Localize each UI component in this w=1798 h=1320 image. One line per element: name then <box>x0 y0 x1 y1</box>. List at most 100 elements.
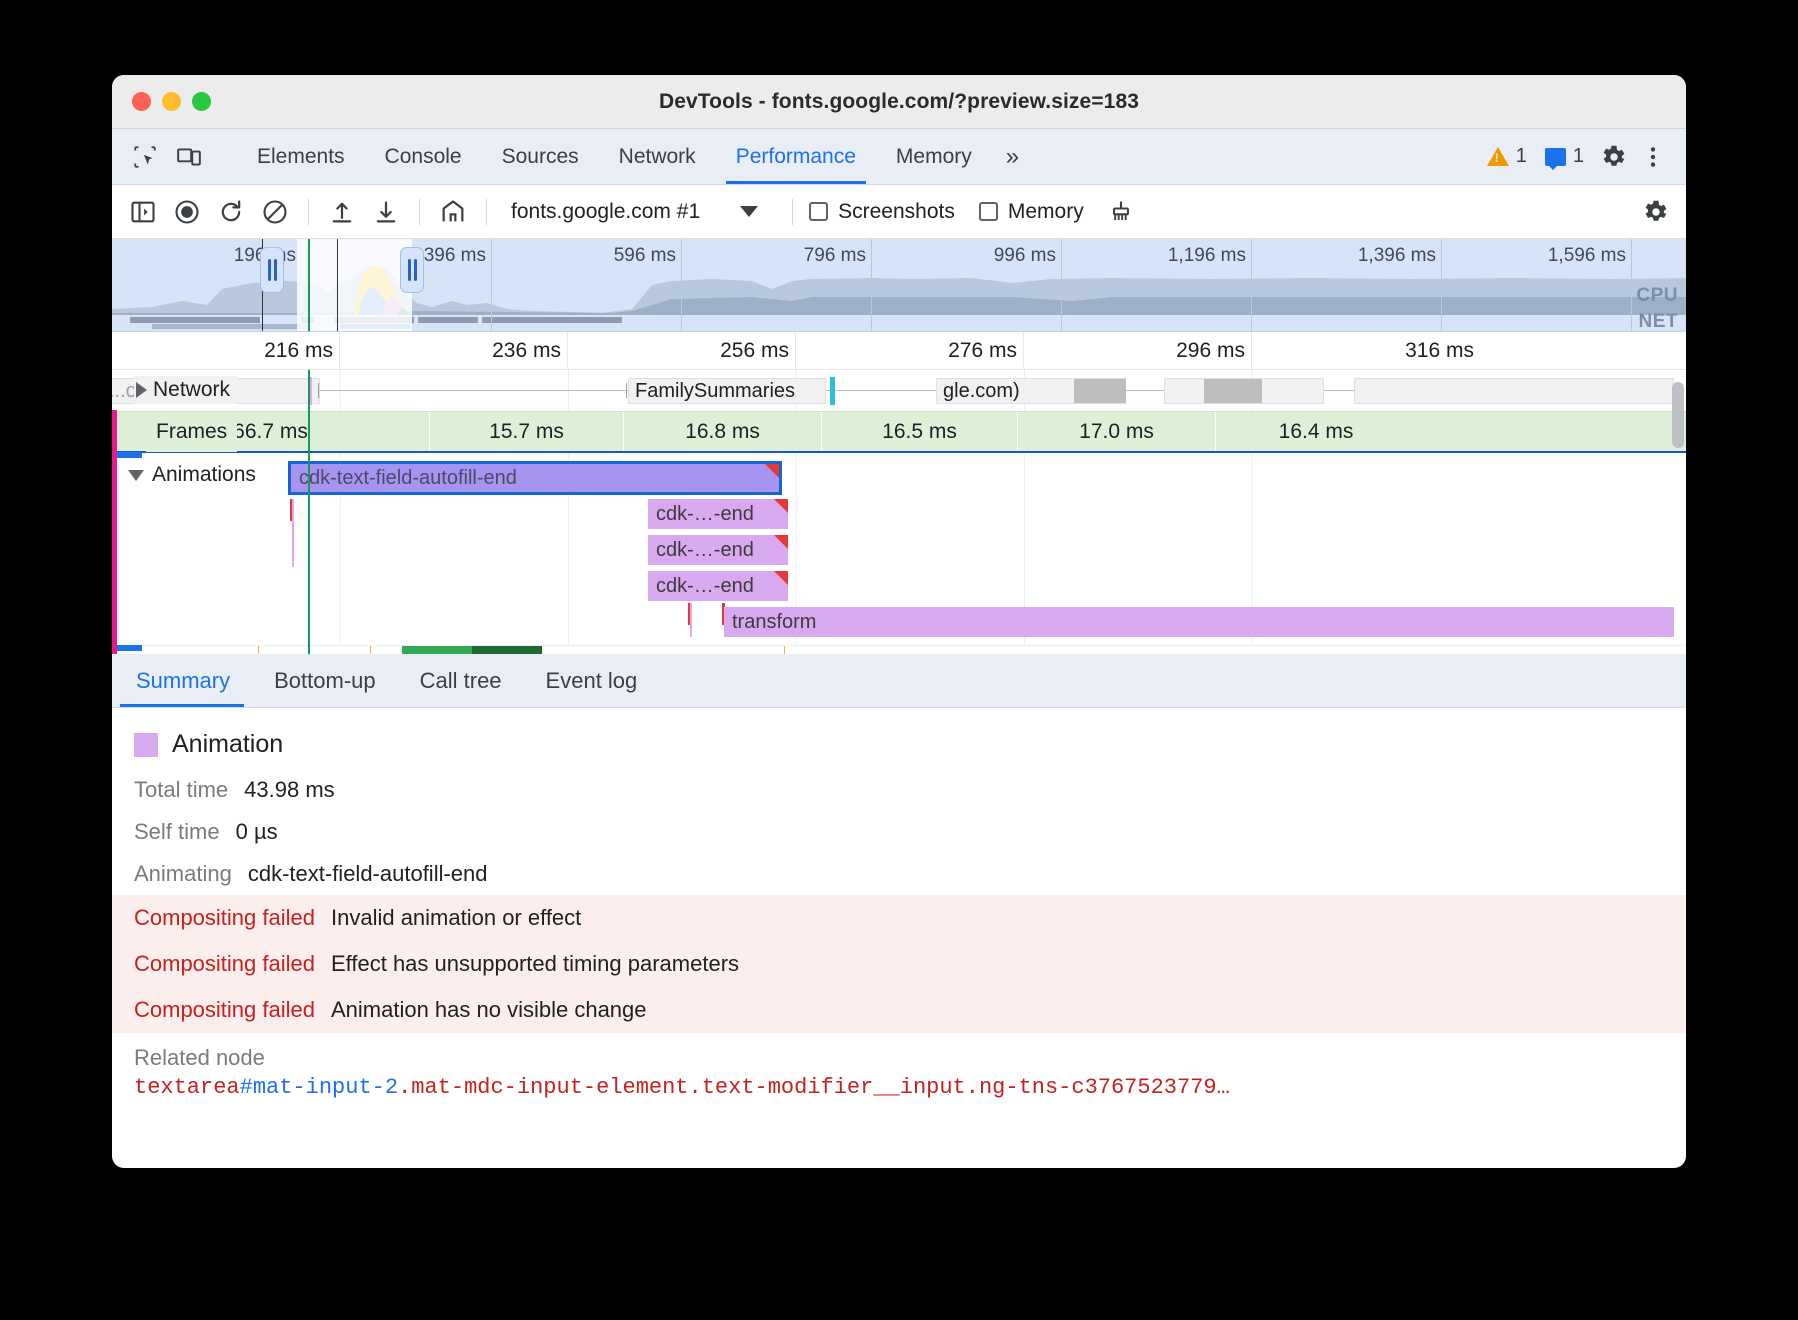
compositing-failure-key-2: Compositing failed <box>134 997 315 1023</box>
triangle-right-icon[interactable] <box>136 382 147 398</box>
timing-line-2 <box>784 646 785 654</box>
related-node-tag: textarea <box>134 1075 240 1100</box>
more-tabs-icon[interactable]: » <box>992 129 1033 184</box>
animations-track-label: Animations <box>152 463 256 487</box>
animations-track-title[interactable]: Animations <box>128 463 262 487</box>
animation-bar-label-0: cdk-text-field-autofill-end <box>299 467 517 490</box>
toolbar-divider-4 <box>792 199 793 225</box>
detail-row-self-time: Self time 0 µs <box>112 811 1686 853</box>
compositing-failure-row-1: Compositing failed Effect has unsupporte… <box>112 941 1686 987</box>
animation-bar-0[interactable]: cdk-text-field-autofill-end <box>288 461 782 495</box>
more-vertical-icon[interactable] <box>1636 140 1670 174</box>
tab-console[interactable]: Console <box>365 129 482 184</box>
tracks-scrollbar[interactable] <box>1672 338 1684 648</box>
screen: DevTools - fonts.google.com/?preview.siz… <box>0 0 1798 1320</box>
network-track-title[interactable]: Network <box>134 376 238 404</box>
overview-selection-window[interactable] <box>297 239 412 331</box>
tracks-scrollbar-thumb[interactable] <box>1672 382 1684 448</box>
tab-event-log[interactable]: Event log <box>524 654 660 707</box>
details-tab-list: Summary Bottom-up Call tree Event log <box>112 654 1686 708</box>
profile-selector-label[interactable]: fonts.google.com #1 <box>511 200 700 224</box>
device-toolbar-icon[interactable] <box>174 142 204 172</box>
frame-cell-1[interactable]: 15.7 ms <box>430 412 624 452</box>
devtools-tab-list: Elements Console Sources Network Perform… <box>237 129 1033 184</box>
tab-call-tree[interactable]: Call tree <box>398 654 524 707</box>
gear-icon[interactable] <box>1596 140 1630 174</box>
frames-track[interactable]: 66.7 ms 15.7 ms 16.8 ms 16.5 ms 17.0 ms … <box>112 411 1686 451</box>
tab-network[interactable]: Network <box>599 129 716 184</box>
tabbar-right-cluster: 1 1 <box>1481 129 1686 184</box>
track-drag-handle[interactable] <box>116 452 142 458</box>
screenshots-checkbox-box[interactable] <box>809 202 828 221</box>
ruler-tick-1: 236 ms <box>492 339 561 363</box>
tab-bottom-up[interactable]: Bottom-up <box>252 654 398 707</box>
network-track[interactable]: ...ogle.c... FamilySummaries gle.com) <box>112 370 1686 411</box>
timings-track[interactable]: FCP LCP Timings <box>112 645 1686 654</box>
tab-performance[interactable]: Performance <box>716 129 876 184</box>
compositing-failure-value-1: Effect has unsupported timing parameters <box>331 951 739 977</box>
record-icon[interactable] <box>170 195 204 229</box>
home-icon[interactable] <box>436 195 470 229</box>
overview-tick-6: 1,396 ms <box>1358 245 1436 267</box>
animation-bar-1[interactable]: cdk-…-end <box>648 499 788 529</box>
memory-checkbox-box[interactable] <box>979 202 998 221</box>
overview-window-right-handle[interactable] <box>400 247 424 293</box>
transform-range-tick <box>690 603 692 637</box>
network-request-4[interactable] <box>1354 378 1674 404</box>
download-profile-icon[interactable] <box>369 195 403 229</box>
devtools-window: DevTools - fonts.google.com/?preview.siz… <box>112 75 1686 1168</box>
network-connector-3 <box>1324 390 1354 391</box>
triangle-down-icon[interactable] <box>128 470 144 481</box>
animation-bar-3[interactable]: cdk-…-end <box>648 571 788 601</box>
timings-drag-handle[interactable] <box>116 645 142 651</box>
frame-cell-2[interactable]: 16.8 ms <box>624 412 822 452</box>
tab-elements[interactable]: Elements <box>237 129 365 184</box>
timing-marker-fcp[interactable]: FCP <box>402 646 472 654</box>
detail-key-self-time: Self time <box>134 819 220 845</box>
ruler-tick-4: 296 ms <box>1176 339 1245 363</box>
animation-bar-4[interactable]: transform <box>724 607 1674 637</box>
tab-summary[interactable]: Summary <box>112 654 252 707</box>
animations-track[interactable]: cdk-text-field-autofill-end cdk-…-end cd… <box>112 451 1686 645</box>
timeline-playhead[interactable] <box>308 370 310 654</box>
animation-range-tick-1 <box>292 499 294 567</box>
screenshots-checkbox[interactable]: Screenshots <box>809 200 955 224</box>
memory-checkbox[interactable]: Memory <box>979 200 1084 224</box>
overview-tick-2: 596 ms <box>614 245 676 267</box>
timing-marker-lcp[interactable]: LCP <box>472 646 542 654</box>
network-request-label-1: FamilySummaries <box>635 380 795 403</box>
collect-garbage-icon[interactable] <box>1104 195 1138 229</box>
upload-profile-icon[interactable] <box>325 195 359 229</box>
animation-bar-2[interactable]: cdk-…-end <box>648 535 788 565</box>
compositing-failure-value-2: Animation has no visible change <box>331 997 647 1023</box>
tab-sources[interactable]: Sources <box>482 129 599 184</box>
timing-line-1 <box>370 646 371 654</box>
frame-cell-3[interactable]: 16.5 ms <box>822 412 1018 452</box>
warning-badge[interactable]: 1 <box>1481 145 1533 168</box>
toolbar-divider-3 <box>486 199 487 225</box>
animation-bar-label-3: cdk-…-end <box>656 575 754 598</box>
network-request-1[interactable]: FamilySummaries <box>628 378 826 404</box>
memory-label: Memory <box>1008 200 1084 224</box>
related-node-value[interactable]: textarea#mat-input-2.mat-mdc-input-eleme… <box>112 1075 1686 1110</box>
reload-and-record-icon[interactable] <box>214 195 248 229</box>
detail-key-total-time: Total time <box>134 777 228 803</box>
timeline-tracks[interactable]: 216 ms 236 ms 256 ms 276 ms 296 ms 316 m… <box>112 332 1686 654</box>
timeline-overview[interactable]: 196 ms 396 ms 596 ms 796 ms 996 ms 1,196… <box>112 239 1686 332</box>
overview-window-left-handle[interactable] <box>260 247 284 293</box>
chevron-down-icon[interactable] <box>740 206 758 217</box>
message-bubble-icon <box>1545 148 1566 166</box>
frame-cell-4[interactable]: 17.0 ms <box>1018 412 1216 452</box>
ruler-tick-0: 216 ms <box>264 339 333 363</box>
tab-memory[interactable]: Memory <box>876 129 992 184</box>
show-sidebar-icon[interactable] <box>126 195 160 229</box>
network-connector-2 <box>1126 390 1164 391</box>
frame-cell-5[interactable]: 16.4 ms <box>1216 412 1416 452</box>
timeline-ruler: 216 ms 236 ms 256 ms 276 ms 296 ms 316 m… <box>112 332 1686 370</box>
clear-recording-icon[interactable] <box>258 195 292 229</box>
message-badge[interactable]: 1 <box>1539 145 1590 168</box>
inspect-element-icon[interactable] <box>130 142 160 172</box>
toolbar-divider-2 <box>419 199 420 225</box>
capture-settings-gear-icon[interactable] <box>1638 195 1672 229</box>
detail-value-animating: cdk-text-field-autofill-end <box>248 861 488 887</box>
